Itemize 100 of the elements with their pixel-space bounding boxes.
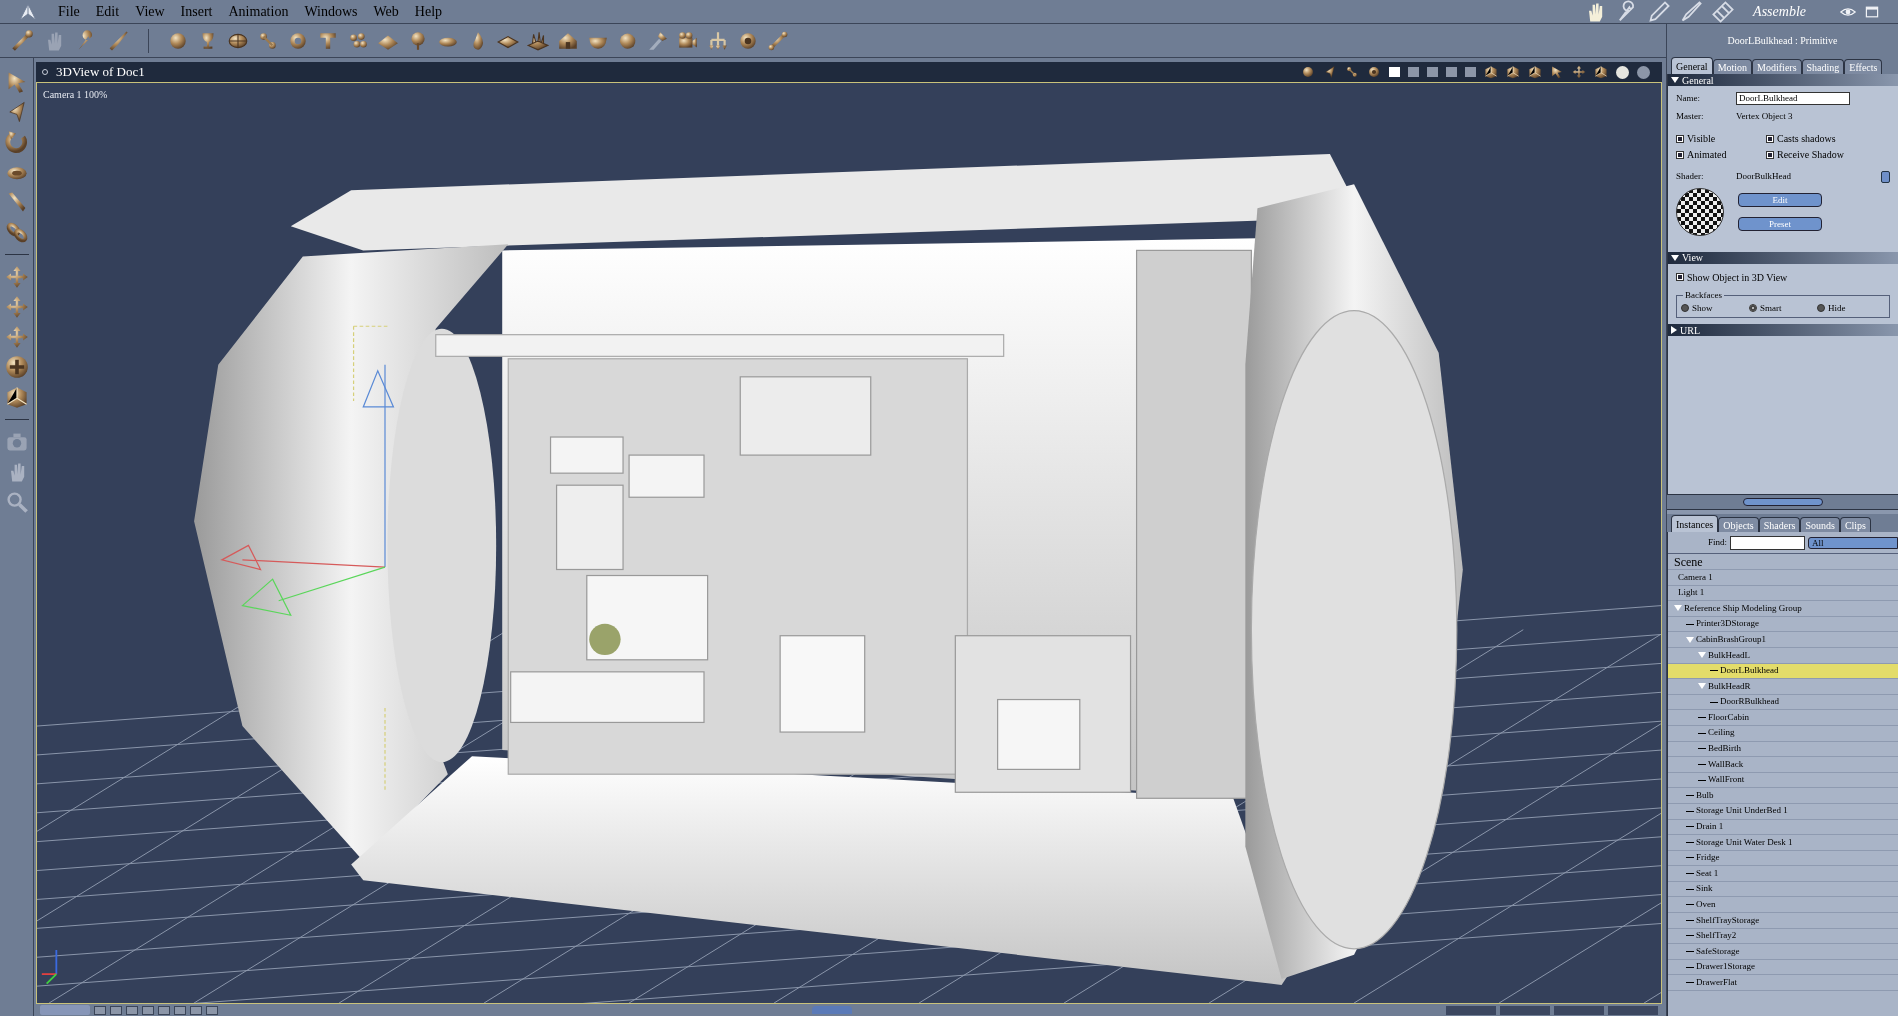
radio-button[interactable] — [1817, 304, 1825, 313]
tree-item[interactable]: FloorCabin — [1668, 710, 1898, 726]
section-title: View — [1682, 251, 1704, 265]
toolbar-control[interactable] — [142, 1005, 154, 1015]
toolbar-control[interactable] — [206, 1005, 218, 1015]
tree-item[interactable]: ShelfTray2 — [1668, 928, 1898, 945]
chain-icon[interactable] — [4, 220, 29, 244]
wand-icon[interactable] — [10, 28, 34, 53]
tree-item[interactable]: Drawer1Storage — [1668, 959, 1898, 976]
tree-item[interactable]: Seat 1 — [1668, 866, 1898, 882]
tree-item[interactable]: CabinBrashGroup1 — [1668, 632, 1898, 648]
circle-plus-icon[interactable] — [4, 355, 29, 379]
pyramid-pointer-icon[interactable] — [1323, 65, 1337, 79]
move-arrows-icon[interactable] — [4, 295, 29, 319]
tree-item[interactable]: DoorRBulkhead — [1668, 694, 1898, 711]
menu-item[interactable]: View — [127, 1, 173, 22]
checkbox[interactable] — [1766, 134, 1774, 143]
field-label: Name: — [1676, 92, 1701, 105]
menu-item[interactable]: Edit — [87, 1, 128, 22]
tree-item[interactable]: Bulb — [1668, 788, 1898, 804]
menu-item[interactable]: Insert — [172, 1, 221, 22]
tree-item[interactable]: BulkHeadL — [1668, 647, 1898, 664]
dropdown-button[interactable] — [1881, 170, 1890, 183]
checkbox[interactable] — [1676, 150, 1684, 159]
tree-item[interactable]: Drain 1 — [1668, 819, 1898, 836]
tree-item[interactable]: Ceiling — [1668, 725, 1898, 742]
tree-item[interactable]: Sink — [1668, 881, 1898, 898]
toolbar-control[interactable] — [190, 1005, 202, 1015]
tree-item[interactable]: BulkHeadR — [1668, 679, 1898, 695]
menu-item[interactable]: Animation — [220, 1, 297, 22]
toolbar-control[interactable] — [1500, 1005, 1550, 1015]
box-corner-icon[interactable] — [1484, 65, 1498, 79]
target-icon[interactable] — [1367, 65, 1381, 79]
checkbox[interactable] — [1766, 150, 1774, 159]
find-field[interactable] — [1730, 535, 1805, 550]
menu-item[interactable]: Web — [365, 1, 407, 22]
disclosure-triangle-icon[interactable] — [1671, 77, 1679, 83]
outline-pencil-icon[interactable] — [1647, 0, 1672, 24]
tree-item[interactable]: DrawerFlat — [1668, 975, 1898, 992]
menu-item[interactable]: File — [50, 1, 88, 22]
radio-button[interactable] — [1749, 304, 1757, 313]
menu-item[interactable]: Help — [406, 1, 451, 22]
panel-toggle-handle[interactable] — [812, 1006, 852, 1014]
toolbar-control[interactable] — [126, 1005, 138, 1015]
splitter-handle[interactable] — [1742, 498, 1823, 506]
tree-item[interactable]: WallBack — [1668, 757, 1898, 773]
tree-item[interactable]: BedBirth — [1668, 741, 1898, 758]
toolbar-control[interactable] — [94, 1005, 106, 1015]
disclosure-triangle-icon[interactable] — [1671, 326, 1677, 334]
panel-tab[interactable]: General — [1671, 57, 1713, 74]
tree-item[interactable]: Printer3DStorage — [1668, 616, 1898, 633]
toolbar-control[interactable] — [1608, 1005, 1658, 1015]
menu-item[interactable]: Windows — [296, 1, 366, 22]
tree-item[interactable]: ShelfTrayStorage — [1668, 913, 1898, 929]
toolbar-control[interactable] — [1554, 1005, 1604, 1015]
bone-icon[interactable] — [767, 29, 789, 52]
tree-item[interactable]: Camera 1 — [1668, 570, 1898, 586]
tree-item[interactable]: Reference Ship Modeling Group — [1668, 601, 1898, 617]
radio-label: Hide — [1828, 301, 1846, 315]
molecule-icon[interactable] — [1345, 65, 1359, 79]
checkbox-label: Show Object in 3D View — [1687, 270, 1788, 285]
radio-button[interactable] — [1681, 304, 1689, 313]
name-field[interactable]: DoorLBulkhead — [1736, 92, 1850, 106]
box-corner-icon[interactable] — [1528, 65, 1542, 79]
move-arrows-icon[interactable] — [4, 325, 29, 349]
toolbar-control[interactable] — [110, 1005, 122, 1015]
rotate-icon[interactable] — [4, 130, 29, 154]
toolbar-control[interactable] — [174, 1005, 186, 1015]
box-corner-icon[interactable] — [1506, 65, 1520, 79]
outline-brush-icon[interactable] — [1679, 0, 1704, 24]
tree-item[interactable]: SafeStorage — [1668, 944, 1898, 960]
section-title: URL — [1680, 323, 1700, 338]
tree-item[interactable]: Oven — [1668, 897, 1898, 914]
tree-item[interactable]: Fridge — [1668, 850, 1898, 867]
tree-item[interactable]: Storage Unit Water Desk 1 — [1668, 835, 1898, 851]
move-arrows-icon[interactable] — [1572, 65, 1586, 79]
panel-tab[interactable]: Instances — [1671, 515, 1719, 532]
sphere-icon[interactable] — [1301, 65, 1315, 79]
box-corner-icon[interactable] — [4, 385, 29, 409]
checkbox[interactable] — [1676, 134, 1684, 143]
move-arrows-icon[interactable] — [4, 265, 29, 289]
field-value: DoorBulkHead — [1736, 170, 1792, 183]
tree-item[interactable]: Storage Unit UnderBed 1 — [1668, 803, 1898, 820]
checkbox-label: Visible — [1687, 132, 1716, 146]
outline-film-icon[interactable] — [1711, 0, 1736, 24]
arrows-down-icon[interactable] — [707, 29, 729, 52]
filter-dropdown[interactable]: All — [1808, 536, 1898, 549]
object-header: DoorLBulkhead : Primitive — [1667, 24, 1898, 56]
tree-item[interactable]: Light 1 — [1668, 585, 1898, 602]
arrow-pointer-icon[interactable] — [1550, 65, 1564, 79]
disclosure-triangle-icon[interactable] — [1671, 254, 1679, 261]
box-corner-icon[interactable] — [1594, 65, 1608, 79]
grass-icon[interactable] — [527, 29, 549, 52]
tree-item[interactable]: WallFront — [1668, 772, 1898, 789]
toolbar-control[interactable] — [1446, 1005, 1496, 1015]
room-title: Assemble — [1753, 3, 1806, 21]
toolbar-control[interactable] — [158, 1005, 170, 1015]
checkbox[interactable] — [1676, 273, 1684, 281]
spotlight-icon[interactable] — [647, 29, 669, 52]
checkbox-label: Receive Shadow — [1777, 148, 1844, 162]
